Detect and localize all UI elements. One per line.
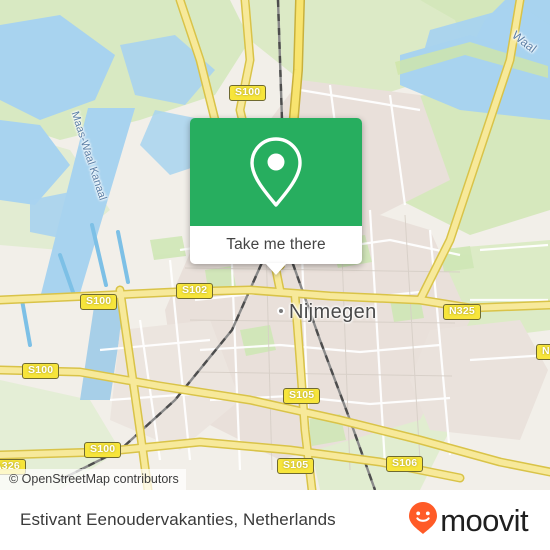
road-shield-s105-mid[interactable]: S105 (283, 388, 321, 404)
take-me-there-label: Take me there (226, 236, 326, 253)
map-pin-icon (247, 135, 305, 209)
take-me-there-button[interactable]: Take me there (190, 226, 362, 275)
poi-card-header (190, 118, 362, 226)
city-label-nijmegen: Nijmegen (289, 301, 377, 323)
moovit-wordmark: moovit (440, 502, 528, 538)
city-marker-dot (277, 307, 285, 315)
road-shield-s105-south[interactable]: S105 (277, 458, 315, 474)
road-shield-s100-north[interactable]: S100 (229, 85, 267, 101)
road-shield-n3-edge[interactable]: N3 (536, 344, 550, 360)
road-shield-s100-south[interactable]: S100 (84, 442, 122, 458)
road-shield-n325[interactable]: N325 (443, 304, 481, 320)
place-title: Estivant Eenoudervakanties, Netherlands (20, 510, 336, 529)
road-shield-s100-west[interactable]: S100 (80, 294, 118, 310)
callout-tail (265, 263, 287, 275)
road-shield-s102[interactable]: S102 (176, 283, 214, 299)
moovit-map-screen: Nijmegen Maas-Waal Kanaal Waal S100 S102… (0, 0, 550, 550)
moovit-smiley-pin-icon (408, 501, 438, 540)
road-shield-s100-southwest[interactable]: S100 (22, 363, 60, 379)
map-attribution[interactable]: © OpenStreetMap contributors (0, 469, 186, 490)
moovit-logo[interactable]: moovit (408, 501, 529, 540)
poi-callout-card[interactable]: Take me there (190, 118, 362, 275)
road-shield-s106[interactable]: S106 (386, 456, 424, 472)
footer-bar: Estivant Eenoudervakanties, Netherlands … (0, 490, 550, 550)
